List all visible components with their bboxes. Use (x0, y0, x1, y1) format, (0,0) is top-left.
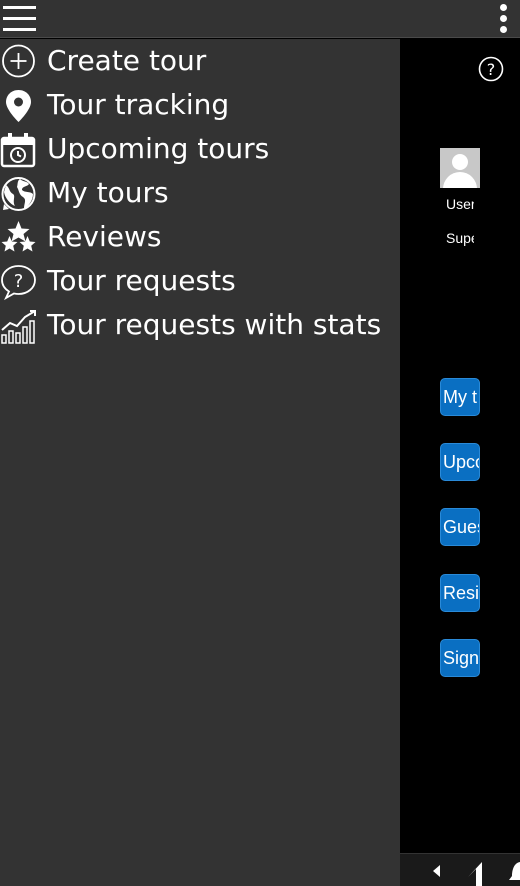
bottom-bar (400, 853, 520, 886)
drawer-item-label: My tours (47, 176, 169, 209)
notification-icon[interactable] (508, 858, 520, 884)
hamburger-menu-icon[interactable] (3, 6, 36, 31)
user-name: User (446, 196, 474, 212)
back-icon[interactable] (430, 863, 442, 879)
svg-text:?: ? (487, 60, 496, 79)
calendar-clock-icon (0, 133, 36, 168)
question-bubble-icon: ? (1, 265, 36, 301)
my-tours-button[interactable]: My t (440, 378, 480, 416)
drawer-item-label: Upcoming tours (47, 132, 270, 165)
drawer-item-label: Create tour (47, 44, 207, 77)
plus-circle-icon (2, 44, 35, 78)
avatar-icon (440, 148, 480, 188)
globe-icon (1, 177, 36, 211)
drawer-item-label: Reviews (47, 220, 162, 253)
upcoming-button[interactable]: Upco (440, 443, 480, 481)
drawer-item-label: Tour tracking (47, 88, 230, 121)
help-icon[interactable]: ? (478, 56, 504, 82)
drawer-item-my-tours[interactable]: My tours (0, 171, 400, 215)
drawer-item-tour-requests[interactable]: ? Tour requests (0, 259, 400, 303)
sign-button[interactable]: Sign (440, 639, 480, 677)
map-pin-icon (6, 90, 31, 122)
drawer-item-label: Tour requests (47, 264, 236, 297)
user-role: Supe (446, 230, 474, 246)
more-options-icon[interactable] (498, 4, 508, 34)
drawer-item-tour-tracking[interactable]: Tour tracking (0, 83, 400, 127)
resign-button[interactable]: Resig (440, 574, 480, 612)
drawer-item-upcoming-tours[interactable]: Upcoming tours (0, 127, 400, 171)
drawer-item-reviews[interactable]: Reviews (0, 215, 400, 259)
drawer-item-tour-requests-stats[interactable]: Tour requests with stats (0, 303, 400, 347)
guest-button[interactable]: Gues (440, 508, 480, 546)
drawer-item-create-tour[interactable]: Create tour (0, 39, 400, 83)
stats-chart-icon (1, 310, 36, 344)
svg-text:?: ? (14, 271, 24, 292)
navigation-drawer: Create tour Tour tracking Upcoming tours… (0, 39, 400, 886)
signal-icon (468, 862, 482, 886)
stars-icon (1, 221, 36, 252)
top-app-bar (0, 0, 520, 38)
drawer-item-label: Tour requests with stats (47, 308, 382, 341)
main-content: ? User Supe My t Upco Gues Resig Sign (400, 38, 520, 853)
